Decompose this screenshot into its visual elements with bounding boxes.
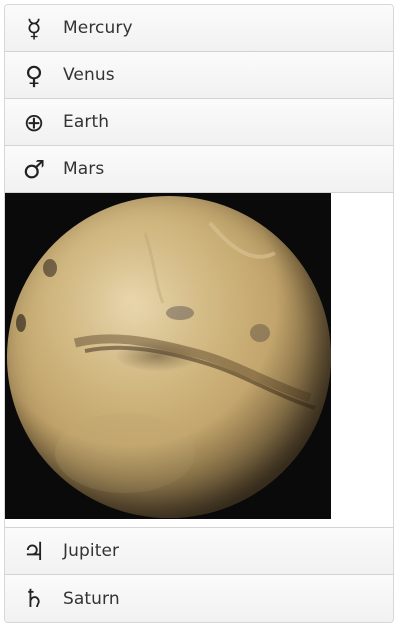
accordion-header-venus[interactable]: ♀ Venus xyxy=(5,52,393,99)
accordion-label-jupiter: Jupiter xyxy=(63,541,120,561)
mars-surface-features xyxy=(7,196,331,518)
accordion-header-jupiter[interactable]: ♃ Jupiter xyxy=(5,528,393,575)
saturn-symbol-icon: ♄ xyxy=(22,584,46,613)
accordion-label-saturn: Saturn xyxy=(63,588,120,609)
accordion-panel-mars xyxy=(5,193,393,528)
mercury-symbol-icon: ☿ xyxy=(26,13,42,43)
venus-symbol-icon: ♀ xyxy=(24,60,44,90)
accordion-header-saturn[interactable]: ♄ Saturn xyxy=(5,575,393,622)
accordion-header-mercury[interactable]: ☿ Mercury xyxy=(5,5,393,52)
accordion-header-mars[interactable]: ♂ Mars xyxy=(5,146,393,193)
mars-globe-image xyxy=(5,193,331,519)
accordion-label-earth: Earth xyxy=(63,112,110,132)
planet-accordion: ☿ Mercury ♀ Venus ⊕ Earth ♂ Mars ♃ Jupit… xyxy=(4,4,394,623)
jupiter-symbol-icon: ♃ xyxy=(22,536,46,566)
accordion-header-earth[interactable]: ⊕ Earth xyxy=(5,99,393,146)
earth-symbol-icon: ⊕ xyxy=(23,107,45,137)
accordion-label-venus: Venus xyxy=(63,65,115,85)
accordion-label-mercury: Mercury xyxy=(63,18,133,38)
mars-symbol-icon: ♂ xyxy=(22,154,46,184)
accordion-label-mars: Mars xyxy=(63,159,105,179)
